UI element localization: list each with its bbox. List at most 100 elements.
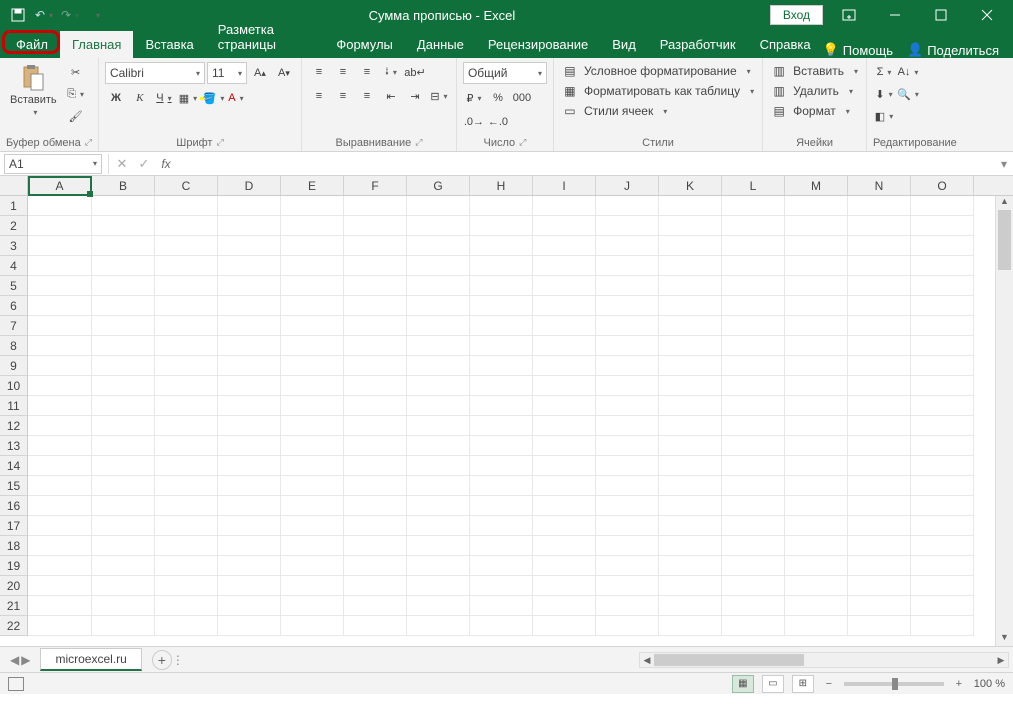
cell[interactable] <box>785 236 848 256</box>
cell[interactable] <box>722 396 785 416</box>
fill-color-icon[interactable]: 🪣▾ <box>201 88 223 108</box>
add-sheet-button[interactable]: + <box>152 650 172 670</box>
cell[interactable] <box>344 536 407 556</box>
hscroll-thumb[interactable] <box>654 654 804 666</box>
cell[interactable] <box>785 336 848 356</box>
cell[interactable] <box>848 536 911 556</box>
font-name-select[interactable]: Calibri▾ <box>105 62 205 84</box>
cell[interactable] <box>533 276 596 296</box>
clear-icon[interactable]: ◧▾ <box>873 106 895 126</box>
cell[interactable] <box>785 196 848 216</box>
scroll-up-icon[interactable]: ▲ <box>996 196 1013 210</box>
cell[interactable] <box>92 496 155 516</box>
cell[interactable] <box>722 236 785 256</box>
cell[interactable] <box>533 496 596 516</box>
row-header[interactable]: 17 <box>0 516 28 536</box>
scroll-down-icon[interactable]: ▼ <box>996 632 1013 646</box>
row-header[interactable]: 18 <box>0 536 28 556</box>
cell[interactable] <box>785 416 848 436</box>
vertical-scrollbar[interactable]: ▲ ▼ <box>995 196 1013 646</box>
cell[interactable] <box>344 556 407 576</box>
fill-icon[interactable]: ⬇▾ <box>873 84 895 104</box>
cell[interactable] <box>281 456 344 476</box>
save-icon[interactable] <box>6 3 30 27</box>
cell[interactable] <box>155 416 218 436</box>
decrease-decimal-icon[interactable]: ←.0 <box>487 112 509 132</box>
zoom-in-button[interactable]: + <box>952 678 966 690</box>
cell[interactable] <box>281 556 344 576</box>
cell[interactable] <box>911 476 974 496</box>
cell[interactable] <box>533 536 596 556</box>
cell[interactable] <box>533 576 596 596</box>
cell[interactable] <box>596 516 659 536</box>
row-header[interactable]: 4 <box>0 256 28 276</box>
cell[interactable] <box>281 416 344 436</box>
cell[interactable] <box>155 596 218 616</box>
column-header[interactable]: K <box>659 176 722 195</box>
cell[interactable] <box>344 296 407 316</box>
cell[interactable] <box>155 216 218 236</box>
cell[interactable] <box>911 516 974 536</box>
cell[interactable] <box>407 596 470 616</box>
column-header[interactable]: J <box>596 176 659 195</box>
cell[interactable] <box>659 436 722 456</box>
cell[interactable] <box>155 336 218 356</box>
cell[interactable] <box>722 476 785 496</box>
decrease-font-icon[interactable]: A▾ <box>273 63 295 83</box>
cell[interactable] <box>344 416 407 436</box>
tab-file[interactable]: Файл <box>4 31 60 58</box>
cell[interactable] <box>596 396 659 416</box>
cell[interactable] <box>659 416 722 436</box>
qat-more-icon[interactable]: ▾ <box>84 3 108 27</box>
merge-cells-icon[interactable]: ⊟▾ <box>428 86 450 106</box>
cell[interactable] <box>28 436 92 456</box>
cell[interactable] <box>155 236 218 256</box>
cell[interactable] <box>911 216 974 236</box>
row-header[interactable]: 19 <box>0 556 28 576</box>
zoom-out-button[interactable]: − <box>822 678 836 690</box>
cell[interactable] <box>28 196 92 216</box>
row-header[interactable]: 13 <box>0 436 28 456</box>
cell[interactable] <box>344 356 407 376</box>
cell[interactable] <box>92 436 155 456</box>
cell[interactable] <box>281 396 344 416</box>
cell[interactable] <box>911 616 974 636</box>
cell[interactable] <box>92 216 155 236</box>
cell[interactable] <box>407 416 470 436</box>
cell[interactable] <box>533 476 596 496</box>
cell[interactable] <box>92 356 155 376</box>
format-as-table-button[interactable]: ▦Форматировать как таблицу▾ <box>560 82 756 100</box>
cell[interactable] <box>92 456 155 476</box>
cell[interactable] <box>218 496 281 516</box>
column-header[interactable]: D <box>218 176 281 195</box>
cell[interactable] <box>281 316 344 336</box>
cell[interactable] <box>848 296 911 316</box>
cell[interactable] <box>407 396 470 416</box>
column-header[interactable]: I <box>533 176 596 195</box>
cell[interactable] <box>659 316 722 336</box>
cell[interactable] <box>407 456 470 476</box>
cell[interactable] <box>848 616 911 636</box>
cell[interactable] <box>848 476 911 496</box>
cell[interactable] <box>596 376 659 396</box>
expand-formula-bar-icon[interactable]: ▾ <box>995 157 1013 171</box>
cell[interactable] <box>533 376 596 396</box>
cell[interactable] <box>911 536 974 556</box>
cell[interactable] <box>848 256 911 276</box>
cell[interactable] <box>218 516 281 536</box>
format-cells-button[interactable]: ▤Формат▾ <box>769 102 860 120</box>
cell[interactable] <box>470 356 533 376</box>
cell[interactable] <box>407 276 470 296</box>
cell[interactable] <box>218 316 281 336</box>
cell[interactable] <box>218 576 281 596</box>
cell[interactable] <box>470 596 533 616</box>
cell[interactable] <box>659 216 722 236</box>
cell[interactable] <box>659 496 722 516</box>
cell[interactable] <box>785 516 848 536</box>
insert-function-icon[interactable]: fx <box>155 154 177 174</box>
cell[interactable] <box>533 556 596 576</box>
cell[interactable] <box>407 376 470 396</box>
spreadsheet-grid[interactable]: ABCDEFGHIJKLMNO 123456789101112131415161… <box>0 176 1013 646</box>
cell[interactable] <box>722 276 785 296</box>
cell-styles-button[interactable]: ▭Стили ячеек▾ <box>560 102 756 120</box>
